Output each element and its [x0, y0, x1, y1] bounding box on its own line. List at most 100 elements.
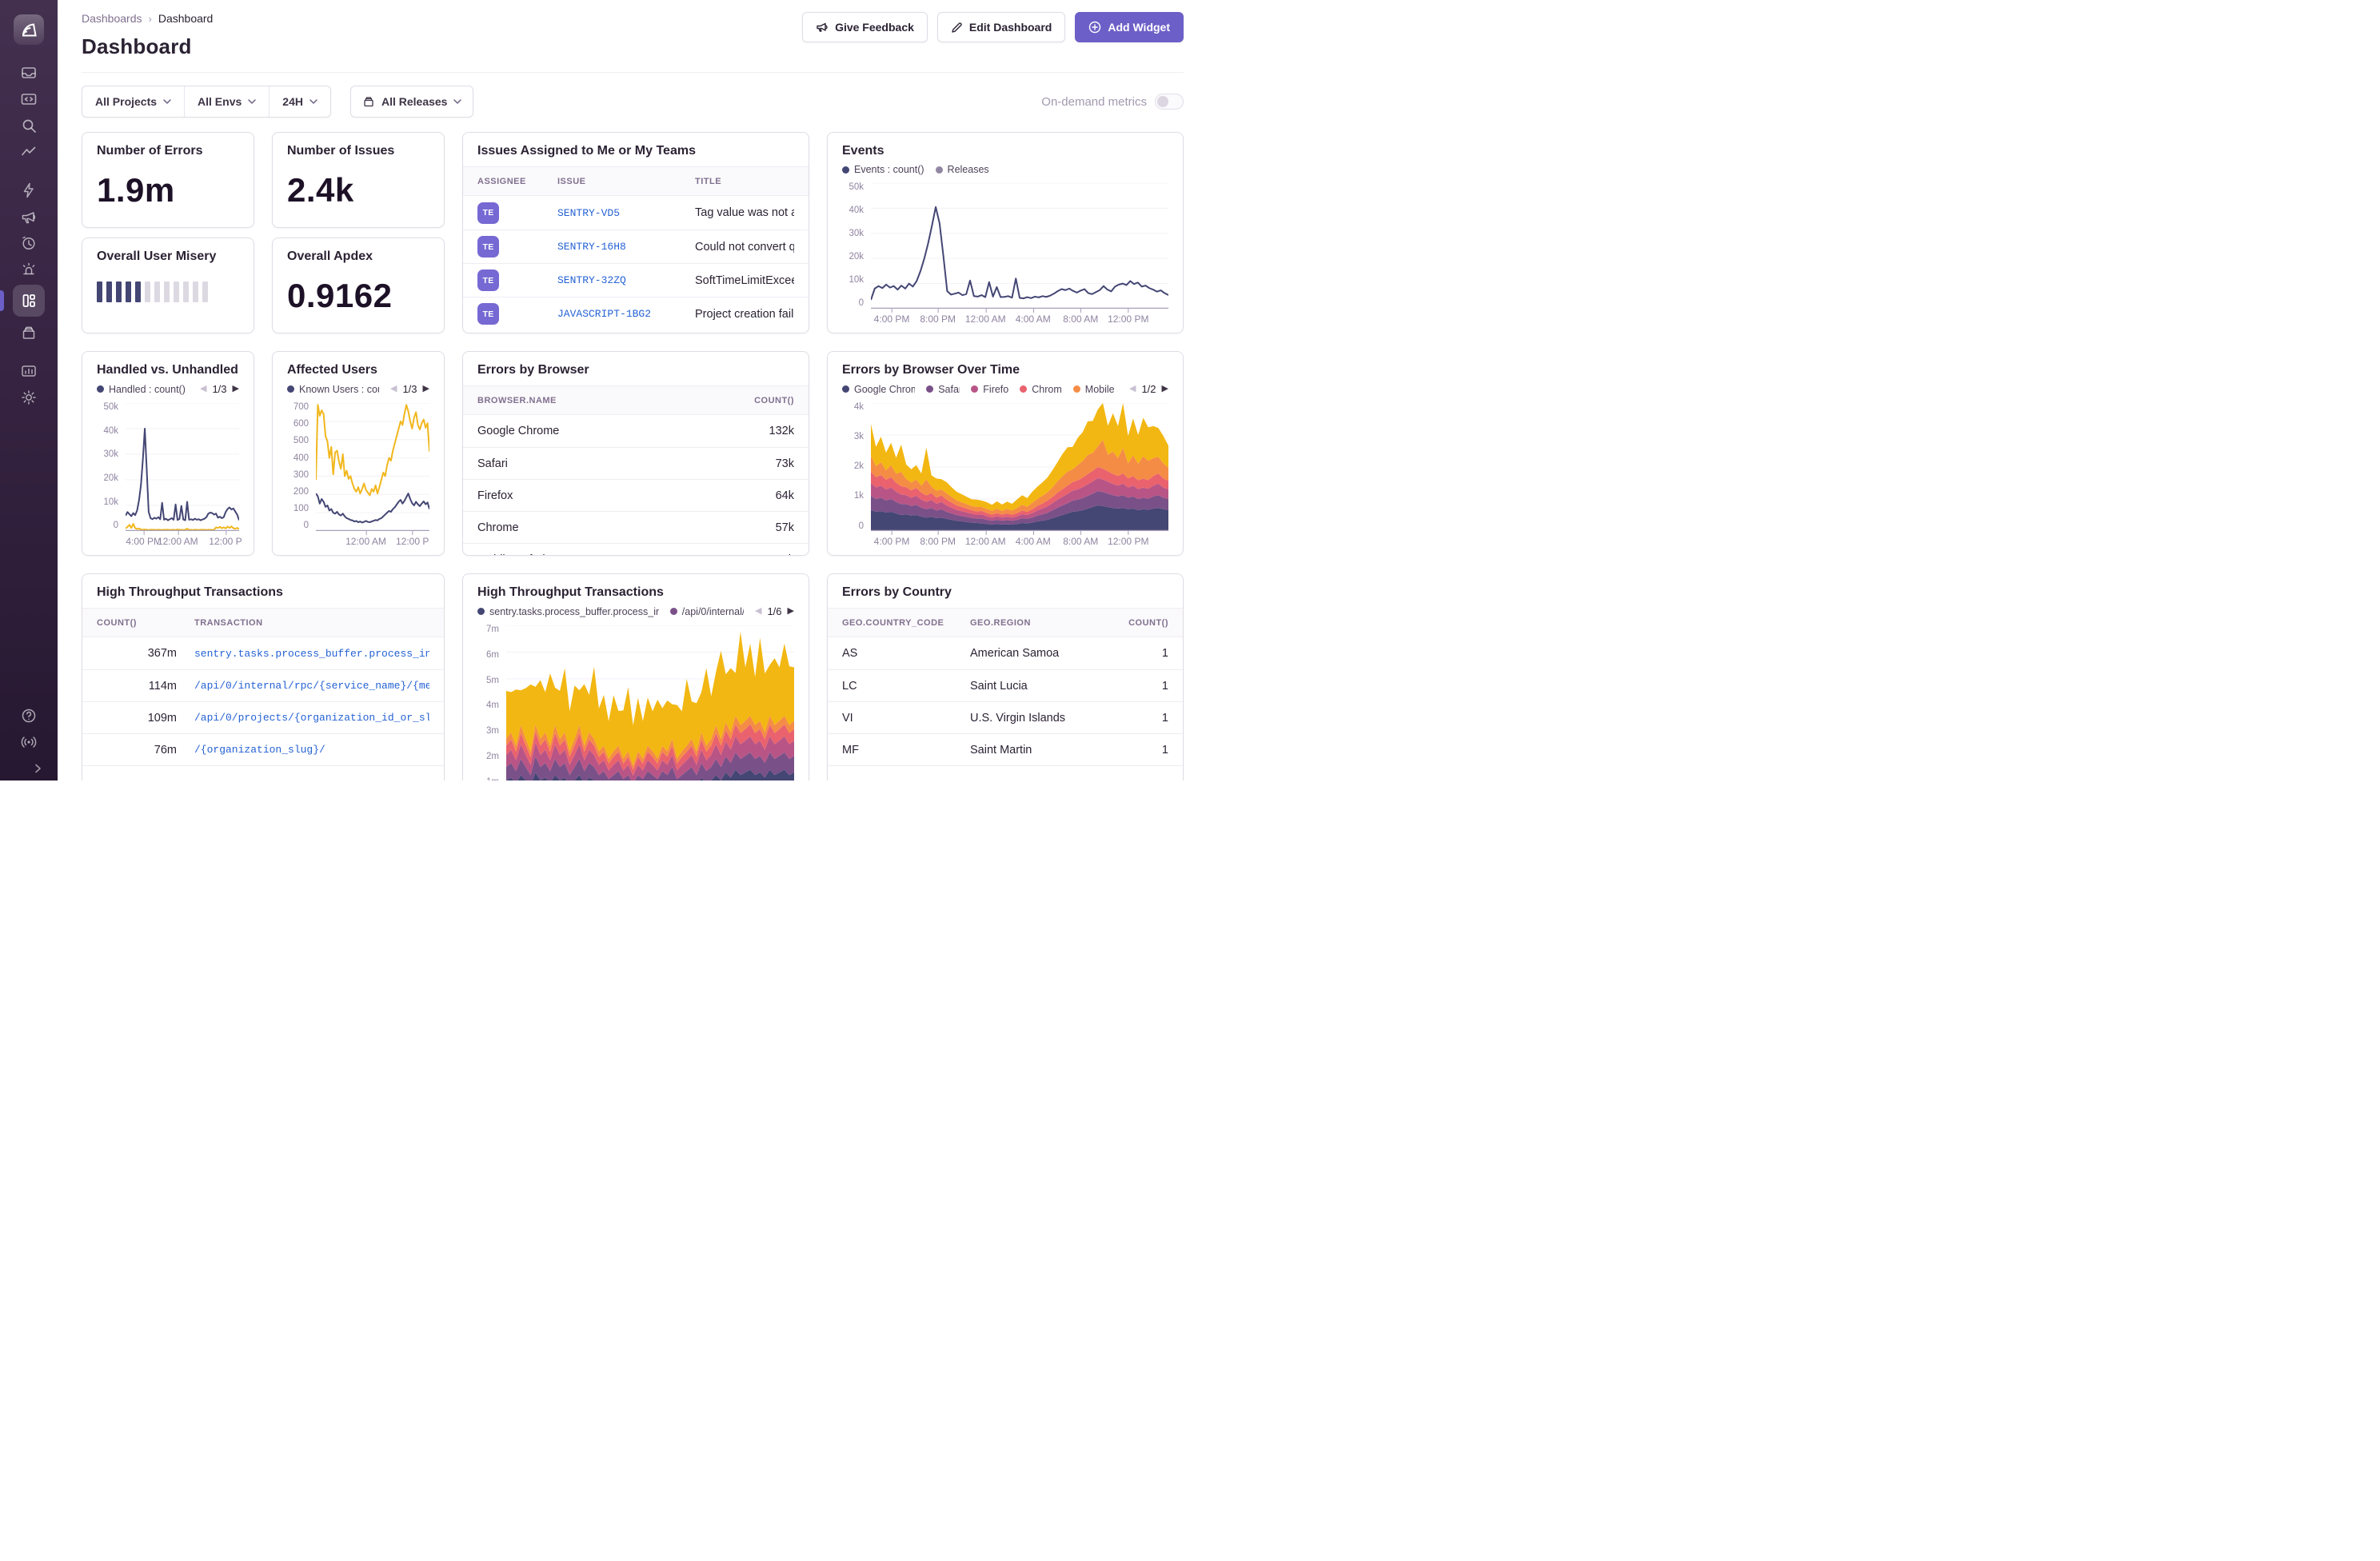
col-count: COUNT()	[722, 396, 794, 405]
widget-title: Overall User Misery	[97, 250, 239, 264]
issue-link[interactable]: SENTRY-VD5	[557, 207, 695, 219]
widget-number-of-issues: Number of Issues 2.4k	[272, 132, 445, 228]
widget-issues-assigned: Issues Assigned to Me or My Teams ASSIGN…	[462, 132, 809, 333]
table-row: MF Saint Martin 1	[828, 733, 1183, 765]
x-tick-label: 8:00 PM	[920, 313, 956, 325]
project-filter[interactable]: All Projects	[82, 86, 184, 117]
sidebar-item-insights[interactable]	[13, 138, 45, 165]
table-row: VI U.S. Virgin Islands 1	[828, 701, 1183, 733]
table-row: LC Saint Lucia 1	[828, 669, 1183, 701]
col-region: GEO.REGION	[970, 618, 1112, 628]
sidebar-item-stats[interactable]	[13, 357, 45, 384]
legend-pager: ◀ 1/3 ▶	[200, 383, 239, 395]
transaction-link[interactable]: /{organization_slug}/	[194, 744, 429, 756]
ondemand-metrics-toggle[interactable]	[1155, 94, 1184, 110]
legend-chrome: Chrome	[1020, 384, 1062, 395]
misery-bar	[183, 281, 189, 302]
transaction-link[interactable]: /api/0/internal/rpc/{service_name}/{meth…	[194, 680, 429, 692]
legend-dot	[97, 385, 104, 393]
pager-prev-icon[interactable]: ◀	[1129, 385, 1136, 393]
widget-title: Errors by Browser	[477, 363, 794, 377]
table-row: TE SENTRY-16H8 Could not convert query	[463, 230, 809, 263]
give-feedback-label: Give Feedback	[835, 21, 914, 34]
col-count: COUNT()	[97, 618, 177, 628]
y-axis: 50k40k30k20k10k0	[842, 183, 871, 309]
table-row: Safari 73k	[463, 447, 809, 479]
page-title: Dashboard	[82, 34, 802, 59]
sidebar-item-explore[interactable]	[13, 112, 45, 138]
pager-prev-icon[interactable]: ◀	[390, 385, 397, 393]
date-range-label: 24H	[282, 95, 303, 108]
sidebar-item-settings[interactable]	[13, 384, 45, 410]
country-code: MF	[842, 744, 970, 757]
release-filter[interactable]: All Releases	[350, 86, 474, 118]
breadcrumb-dashboards[interactable]: Dashboards	[82, 12, 142, 25]
sidebar-item-broadcasts[interactable]	[13, 729, 45, 755]
widget-title: High Throughput Transactions	[97, 585, 429, 600]
broadcast-icon	[20, 733, 38, 751]
issues-table: ASSIGNEE ISSUE TITLE TE SENTRY-VD5 Tag v…	[463, 166, 809, 330]
y-tick-label: 300	[294, 471, 309, 481]
legend-pager: ◀ 1/2 ▶	[1129, 383, 1168, 395]
widget-title: Events	[842, 144, 1168, 158]
legend-dot	[936, 166, 943, 174]
transaction-link[interactable]: /api/0/projects/{organization_id_or_slug…	[194, 712, 429, 724]
ondemand-metrics-label: On-demand metrics	[1041, 95, 1147, 109]
pager-next-icon[interactable]: ▶	[423, 385, 429, 393]
issue-link[interactable]: SENTRY-16H8	[557, 241, 695, 253]
browser-count: 132k	[722, 425, 794, 437]
give-feedback-button[interactable]: Give Feedback	[802, 12, 928, 42]
pager-next-icon[interactable]: ▶	[1162, 385, 1168, 393]
pager-next-icon[interactable]: ▶	[788, 607, 794, 616]
table-row: TE SENTRY-32ZQ SoftTimeLimitExceeded	[463, 263, 809, 297]
sidebar-item-replays[interactable]	[13, 230, 45, 256]
y-tick-label: 40k	[849, 206, 864, 216]
pager-next-icon[interactable]: ▶	[233, 385, 239, 393]
browser-count: 57k	[722, 521, 794, 534]
x-tick-label: 4:00 PM	[874, 536, 910, 547]
y-tick-label: 10k	[849, 276, 864, 285]
sidebar-collapse-button[interactable]	[30, 761, 45, 779]
y-tick-label: 0	[304, 521, 309, 531]
pager-prev-icon[interactable]: ◀	[200, 385, 206, 393]
legend-dot	[477, 608, 485, 615]
sidebar-item-issues[interactable]	[13, 59, 45, 86]
transaction-link[interactable]: sentry.tasks.process_buffer.process_incr	[194, 648, 429, 660]
chevron-down-icon	[453, 99, 461, 104]
issue-link[interactable]: JAVASCRIPT-1BG2	[557, 308, 695, 320]
y-tick-label: 200	[294, 488, 309, 497]
sidebar-item-projects[interactable]	[13, 86, 45, 112]
table-row	[82, 765, 444, 780]
browser-count: 73k	[722, 457, 794, 470]
table-row: Google Chrome 132k	[463, 415, 809, 447]
x-tick-label: 8:00 AM	[1063, 536, 1098, 547]
sidebar-item-performance[interactable]	[13, 177, 45, 203]
filter-bar: All Projects All Envs 24H All Releases O…	[82, 86, 1184, 118]
misery-bar	[193, 281, 198, 302]
table-row: Firefox 64k	[463, 479, 809, 511]
sidebar-item-crons[interactable]	[13, 256, 45, 282]
widget-title: High Throughput Transactions	[477, 585, 794, 600]
header-actions: Give Feedback Edit Dashboard Add Widget	[802, 12, 1184, 42]
sidebar-item-dashboards[interactable]	[13, 285, 45, 317]
environment-filter[interactable]: All Envs	[184, 86, 269, 117]
sidebar-item-releases[interactable]	[13, 319, 45, 345]
issue-link[interactable]: SENTRY-32ZQ	[557, 274, 695, 286]
x-tick-label: 8:00 PM	[920, 536, 956, 547]
browser-count: 22k	[722, 553, 794, 557]
sidebar-item-feedback[interactable]	[13, 203, 45, 230]
page-filters: All Projects All Envs 24H	[82, 86, 331, 118]
browser-table: BROWSER.NAME COUNT() Google Chrome 132k …	[463, 385, 809, 556]
sidebar-item-help[interactable]	[13, 702, 45, 729]
col-country-code: GEO.COUNTRY_CODE	[842, 618, 970, 628]
misery-bar	[154, 281, 160, 302]
throughput-table: COUNT() TRANSACTION 367m sentry.tasks.pr…	[82, 608, 444, 780]
edit-dashboard-button[interactable]: Edit Dashboard	[937, 12, 1065, 42]
table-row: 367m sentry.tasks.process_buffer.process…	[82, 637, 444, 669]
search-icon	[20, 117, 38, 134]
sentry-logo[interactable]	[14, 14, 44, 45]
date-range-filter[interactable]: 24H	[269, 86, 330, 117]
pager-prev-icon[interactable]: ◀	[755, 607, 761, 616]
add-widget-button[interactable]: Add Widget	[1075, 12, 1184, 42]
user-misery-gauge	[97, 281, 239, 302]
